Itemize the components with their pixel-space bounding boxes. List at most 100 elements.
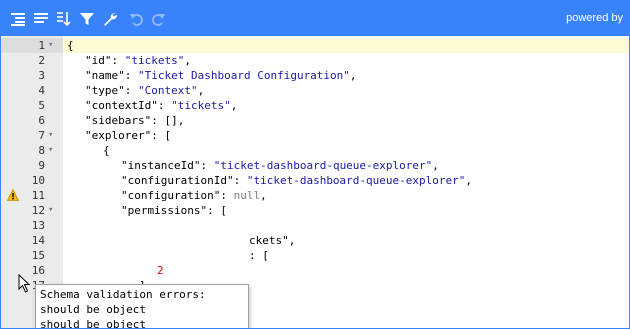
line-number: 5 <box>38 99 45 112</box>
code-line[interactable]: 1 ▾ { <box>1 38 629 53</box>
json-key: "type" <box>85 84 125 97</box>
json-value: "ticket-dashboard-queue-explorer" <box>246 174 466 187</box>
sort-icon[interactable] <box>55 10 73 28</box>
code-text: { <box>103 143 110 158</box>
json-punctuation: , <box>197 84 205 97</box>
fold-toggle-icon[interactable]: ▾ <box>48 143 53 158</box>
code-line[interactable]: 3 "name": "Ticket Dashboard Configuration… <box>1 68 629 83</box>
json-value: null <box>233 189 261 202</box>
line-number: 14 <box>31 234 45 247</box>
code-text: "type": "Context", <box>85 83 204 98</box>
json-value: [ <box>220 204 227 217</box>
code-text: "configuration": null, <box>121 188 267 203</box>
json-value: "tickets" <box>124 54 185 67</box>
code-token: { <box>103 144 110 157</box>
code-line[interactable]: 12 ▾ "permissions": [ <box>1 203 629 218</box>
code-line[interactable]: 7 ▾ "explorer": [ <box>1 128 629 143</box>
line-number: 8 <box>38 144 45 157</box>
line-number: 13 <box>31 219 45 232</box>
json-key: "instanceId" <box>121 159 201 172</box>
json-editor: powered by 1 ▾{2 "id": "tickets", 3 "name": … <box>0 0 630 329</box>
json-punctuation: , <box>230 99 238 112</box>
json-key: "sidebars" <box>85 114 152 127</box>
fold-toggle-icon[interactable]: ▾ <box>48 128 53 143</box>
json-separator: : <box>151 129 165 142</box>
json-value: "tickets" <box>171 99 231 112</box>
filter-icon[interactable] <box>78 10 96 28</box>
line-number: 3 <box>38 69 45 82</box>
json-key: "configuration" <box>121 189 221 202</box>
json-separator: : <box>157 99 172 112</box>
code-token: : [ <box>249 249 269 262</box>
line-number: 7 <box>38 129 45 142</box>
json-value: 2 <box>157 264 164 277</box>
json-key: "explorer" <box>85 129 152 142</box>
code-text: { <box>67 38 74 53</box>
code-line[interactable]: 4 "type": "Context", <box>1 83 629 98</box>
code-line[interactable]: 14 ckets", <box>1 233 629 248</box>
repair-icon[interactable] <box>101 10 119 28</box>
fold-toggle-icon[interactable]: ▾ <box>48 203 53 218</box>
code-text: "sidebars": [], <box>85 113 184 128</box>
json-value: [ <box>164 129 172 142</box>
code-line[interactable]: 13 <box>1 218 629 233</box>
code-text: "configurationId": "ticket-dashboard-que… <box>121 173 472 188</box>
json-punctuation: , <box>465 174 473 187</box>
format-icon[interactable] <box>9 10 27 28</box>
code-line[interactable]: 11 "configuration": null, <box>1 188 629 203</box>
json-value: "Context" <box>138 84 198 97</box>
json-key: "contextId" <box>85 99 158 112</box>
json-value: [], <box>164 114 185 127</box>
redo-icon[interactable] <box>150 10 168 28</box>
mouse-cursor-icon <box>18 274 31 293</box>
json-punctuation: , <box>432 159 439 172</box>
json-separator: : <box>220 189 234 202</box>
code-line[interactable]: 8 ▾ { <box>1 143 629 158</box>
code-line[interactable]: 16 2 <box>1 263 629 278</box>
json-separator: : <box>207 204 221 217</box>
tooltip-title: Schema validation errors: <box>40 288 206 301</box>
json-punctuation: , <box>260 189 267 202</box>
fold-toggle-icon[interactable]: ▾ <box>48 38 53 53</box>
json-key: "permissions" <box>121 204 208 217</box>
json-key: "configurationId" <box>121 174 234 187</box>
json-separator: : <box>233 174 247 187</box>
code-line[interactable]: 10 "configurationId": "ticket-dashboard-q… <box>1 173 629 188</box>
code-text: "contextId": "tickets", <box>85 98 237 113</box>
code-line[interactable]: 15 : [ <box>1 248 629 263</box>
warning-icon[interactable] <box>7 189 19 201</box>
toolbar: powered by <box>1 1 629 36</box>
line-number: 15 <box>31 249 45 262</box>
code-editor[interactable]: 1 ▾{2 "id": "tickets", 3 "name": "Ticket Das… <box>1 36 629 328</box>
code-token: { <box>67 39 74 52</box>
code-text: "permissions": [ <box>121 203 227 218</box>
compact-icon[interactable] <box>32 10 50 28</box>
code-line[interactable]: 6 "sidebars": [], <box>1 113 629 128</box>
json-key: "id" <box>85 54 112 67</box>
json-separator: : <box>111 54 125 67</box>
json-separator: : <box>200 159 214 172</box>
line-number: 1 <box>38 39 45 52</box>
code-text: "explorer": [ <box>85 128 171 143</box>
json-value: "ticket-dashboard-queue-explorer" <box>213 159 433 172</box>
json-separator: : <box>124 69 138 82</box>
code-text: "id": "tickets", <box>85 53 191 68</box>
code-line[interactable]: 5 "contextId": "tickets", <box>1 98 629 113</box>
code-text: 2 <box>157 263 164 278</box>
tooltip-error: should be object <box>40 318 146 329</box>
code-text: "instanceId": "ticket-dashboard-queue-ex… <box>121 158 439 173</box>
code-token: ckets", <box>249 234 296 247</box>
line-number: 4 <box>38 84 45 97</box>
code-text: ckets", <box>249 233 295 248</box>
line-number: 2 <box>38 54 45 67</box>
tooltip-error: should be object <box>40 303 146 316</box>
powered-by-label[interactable]: powered by <box>566 12 623 24</box>
line-number: 10 <box>31 174 45 187</box>
code-text: "name": "Ticket Dashboard Configuration"… <box>85 68 357 83</box>
code-line[interactable]: 2 "id": "tickets", <box>1 53 629 68</box>
json-separator: : <box>151 114 165 127</box>
json-value: "Ticket Dashboard Configuration" <box>138 69 350 82</box>
json-punctuation: , <box>184 54 191 67</box>
undo-icon[interactable] <box>127 10 145 28</box>
code-line[interactable]: 9 "instanceId": "ticket-dashboard-queue-e… <box>1 158 629 173</box>
